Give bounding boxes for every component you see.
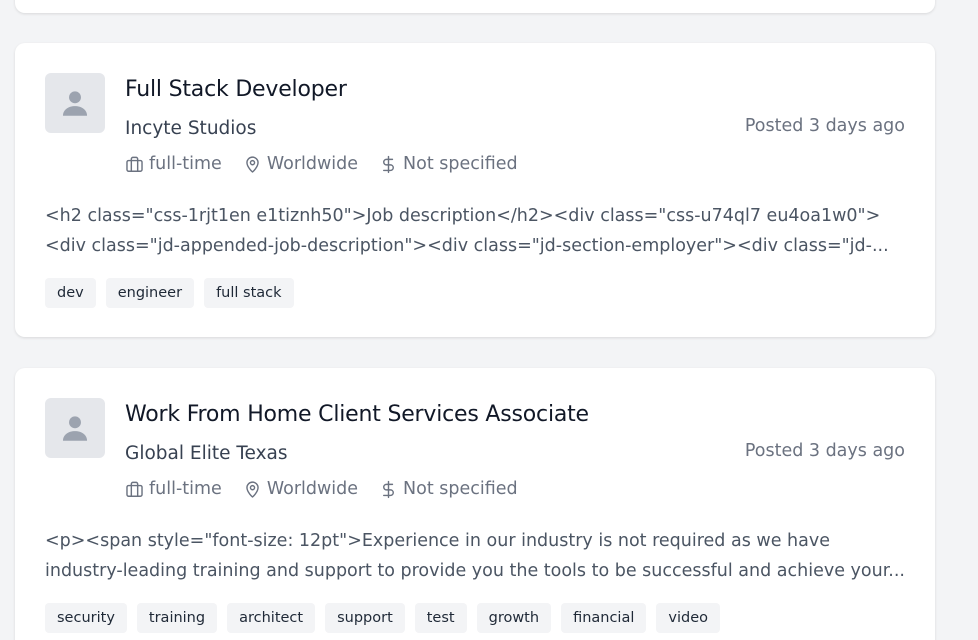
map-pin-icon xyxy=(246,481,259,498)
job-card[interactable]: Full Stack Developer Incyte Studios Post… xyxy=(15,43,935,337)
company-logo-placeholder xyxy=(45,73,105,133)
person-placeholder-icon xyxy=(62,416,88,441)
tag[interactable]: full stack xyxy=(204,278,294,308)
tag[interactable]: support xyxy=(325,603,405,633)
person-placeholder-icon xyxy=(62,91,88,116)
tag[interactable]: video xyxy=(656,603,720,633)
job-tags: dev engineer full stack xyxy=(45,278,294,308)
company-logo-placeholder xyxy=(45,398,105,458)
tag[interactable]: dev xyxy=(45,278,96,308)
briefcase-icon xyxy=(126,481,143,497)
job-location-label: Worldwide xyxy=(266,154,359,174)
job-type: full-time xyxy=(125,479,222,499)
map-pin-icon xyxy=(246,156,259,173)
job-list: Full Stack Developer Incyte Studios Post… xyxy=(0,0,978,640)
job-card-previous[interactable] xyxy=(15,0,935,13)
job-salary-label: Not specified xyxy=(403,479,518,499)
job-card[interactable]: Work From Home Client Services Associate… xyxy=(15,368,935,640)
tag[interactable]: growth xyxy=(476,603,552,633)
job-location: Worldwide xyxy=(243,479,358,499)
tag[interactable]: architect xyxy=(227,603,316,633)
job-description: <p><span style="font-size: 12pt">Experie… xyxy=(45,531,905,581)
job-description: <h2 class="css-1rjt1en e1tiznh50">Job de… xyxy=(45,206,889,256)
company-name: Global Elite Texas xyxy=(125,443,288,464)
job-location: Worldwide xyxy=(243,154,358,174)
job-type: full-time xyxy=(125,154,222,174)
job-meta: full-time Worldwide Not specified xyxy=(125,154,539,174)
job-type-label: full-time xyxy=(149,154,222,174)
job-location-label: Worldwide xyxy=(266,479,359,499)
dollar-icon xyxy=(383,155,394,173)
tag[interactable]: training xyxy=(136,603,218,633)
job-salary: Not specified xyxy=(379,479,518,499)
job-salary: Not specified xyxy=(379,154,518,174)
tag[interactable]: engineer xyxy=(105,278,195,308)
company-name: Incyte Studios xyxy=(125,118,257,139)
posted-date: Posted 3 days ago xyxy=(744,441,905,461)
job-salary-label: Not specified xyxy=(403,154,518,174)
job-type-label: full-time xyxy=(149,479,222,499)
job-title[interactable]: Work From Home Client Services Associate xyxy=(125,402,589,427)
dollar-icon xyxy=(383,480,394,498)
job-meta: full-time Worldwide Not specified xyxy=(125,479,539,499)
briefcase-icon xyxy=(126,156,143,172)
posted-date: Posted 3 days ago xyxy=(744,116,905,136)
tag[interactable]: financial xyxy=(561,603,647,633)
job-title[interactable]: Full Stack Developer xyxy=(125,77,347,102)
tag[interactable]: security xyxy=(45,603,127,633)
job-tags: security training architect support test… xyxy=(45,603,720,633)
tag[interactable]: test xyxy=(414,603,467,633)
